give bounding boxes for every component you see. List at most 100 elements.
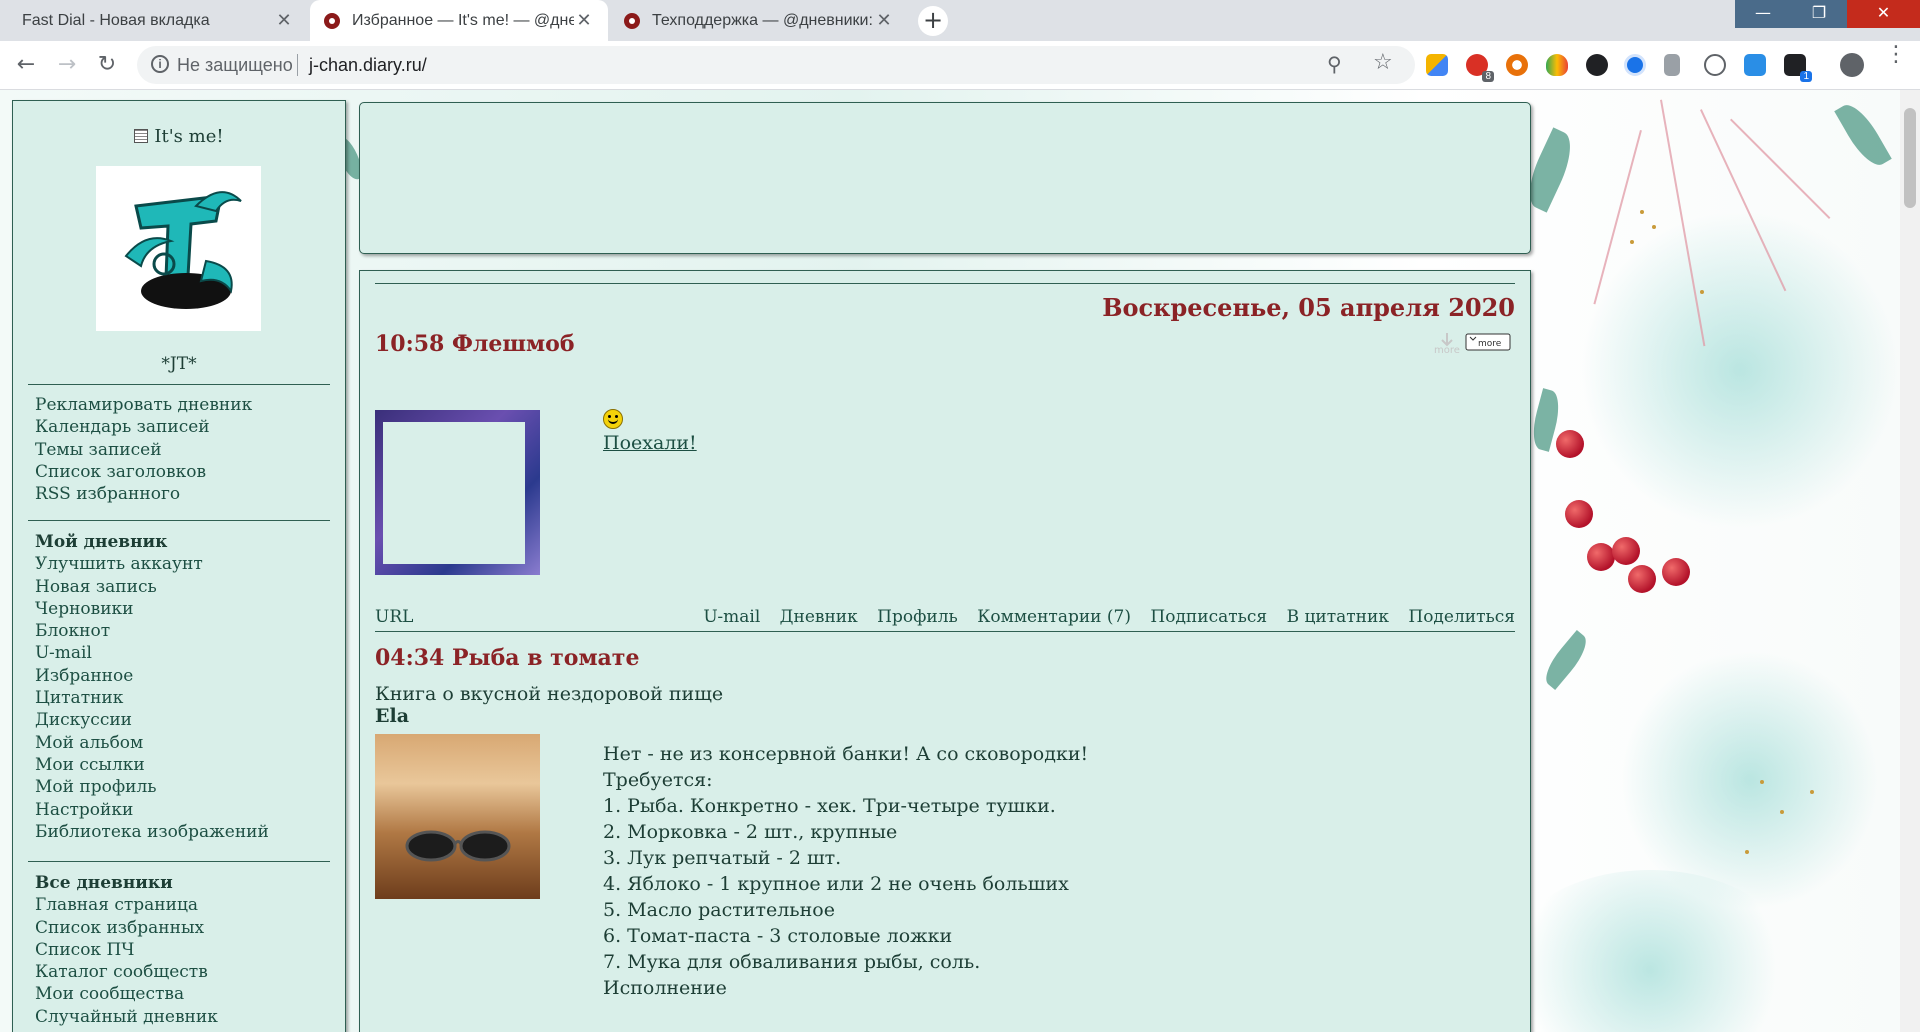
extension-download-blue-icon[interactable]	[1624, 54, 1646, 76]
sidebar-link-random-diary[interactable]: Случайный дневник	[35, 1006, 218, 1028]
sidebar-link-quotes[interactable]: Цитатник	[35, 687, 269, 709]
back-button[interactable]: ←	[10, 49, 42, 81]
tab-support[interactable]: Техподдержка — @дневники: а ✕	[610, 0, 908, 41]
sidebar-link-pch-list[interactable]: Список ПЧ	[35, 939, 218, 961]
username[interactable]: *JT*	[13, 354, 345, 374]
smiley-icon	[603, 409, 623, 429]
url-text[interactable]: j-chan.diary.ru/	[309, 55, 427, 76]
avatar[interactable]	[96, 166, 261, 331]
action-diary[interactable]: Дневник	[780, 607, 858, 627]
sidebar-link-my-communities[interactable]: Мои сообщества	[35, 983, 218, 1005]
divider	[375, 631, 1515, 632]
sidebar-header-all-diaries[interactable]: Все дневники	[35, 872, 218, 894]
tab-favorites[interactable]: Избранное — It's me! — @днев ✕	[310, 0, 608, 41]
sidebar-link-headers[interactable]: Список заголовков	[35, 461, 252, 483]
page-scrollbar[interactable]	[1900, 90, 1920, 1032]
sidebar-link-profile[interactable]: Мой профиль	[35, 776, 269, 798]
scrollbar-thumb[interactable]	[1904, 108, 1916, 208]
gold-speck	[1640, 210, 1644, 214]
gold-speck	[1652, 225, 1656, 229]
address-bar[interactable]: i Не защищено j-chan.diary.ru/ ⚲ ☆	[137, 46, 1415, 84]
extension-badge: 1	[1800, 71, 1812, 82]
post-line: Требуется:	[603, 769, 713, 791]
info-icon[interactable]: i	[151, 55, 169, 73]
extension-vk-icon[interactable]	[1744, 54, 1766, 76]
profile-avatar-icon[interactable]	[1840, 53, 1864, 77]
sidebar-link-topics[interactable]: Темы записей	[35, 439, 252, 461]
sidebar-link-favorites[interactable]: Избранное	[35, 665, 269, 687]
close-icon[interactable]: ✕	[874, 10, 894, 31]
more-button-label: more	[1478, 339, 1502, 349]
berry-decoration	[1565, 500, 1593, 528]
post-body: Нет - не из консервной банки! А со сково…	[603, 741, 1088, 1001]
post-title[interactable]: 04:34 Рыба в томате	[375, 645, 639, 671]
banner-box	[359, 102, 1531, 254]
browser-menu-icon[interactable]: ⋮	[1885, 44, 1907, 66]
sidebar-header-my-diary[interactable]: Мой дневник	[35, 531, 269, 553]
post-line: 4. Яблоко - 1 крупное или 2 не очень бол…	[603, 873, 1069, 895]
post-image[interactable]	[375, 734, 540, 899]
sidebar-link-album[interactable]: Мой альбом	[35, 732, 269, 754]
sidebar-link-links[interactable]: Мои ссылки	[35, 754, 269, 776]
sidebar-link-settings[interactable]: Настройки	[35, 799, 269, 821]
sidebar-link-favorites-list[interactable]: Список избранных	[35, 917, 218, 939]
extension-heart-icon[interactable]	[1546, 54, 1568, 76]
extension-arrow-icon[interactable]	[1664, 54, 1680, 76]
sidebar-link-communities-catalog[interactable]: Каталог сообществ	[35, 961, 218, 983]
forward-button[interactable]: →	[51, 49, 83, 81]
leaf-decoration	[1538, 629, 1594, 691]
sidebar-link-calendar[interactable]: Календарь записей	[35, 416, 252, 438]
close-icon[interactable]: ✕	[274, 10, 294, 31]
action-comments[interactable]: Комментарии (7)	[977, 607, 1131, 627]
separator	[297, 54, 298, 76]
security-status[interactable]: Не защищено	[177, 55, 293, 76]
extension-apps-icon[interactable]	[1426, 54, 1448, 76]
tab-title: Fast Dial - Новая вкладка	[22, 11, 210, 29]
sidebar-link-rss[interactable]: RSS избранного	[35, 483, 252, 505]
post-title[interactable]: 10:58 Флешмоб	[375, 331, 575, 357]
extension-color-icon[interactable]	[1506, 54, 1528, 76]
tab-fast-dial[interactable]: Fast Dial - Новая вкладка ✕	[8, 0, 308, 41]
sidebar-link-discussions[interactable]: Дискуссии	[35, 709, 269, 731]
post-book-title: Книга о вкусной нездоровой пище	[375, 683, 724, 705]
post-line: Исполнение	[603, 977, 727, 999]
sidebar-title[interactable]: It's me!	[13, 126, 345, 147]
sidebar-link-umail[interactable]: U-mail	[35, 642, 269, 664]
action-quote[interactable]: В цитатник	[1287, 607, 1389, 627]
diary-favicon-icon	[624, 12, 640, 29]
tab-strip: Fast Dial - Новая вкладка ✕ Избранное — …	[0, 0, 1920, 41]
berry-decoration	[1612, 537, 1640, 565]
sidebar-link-promote[interactable]: Рекламировать дневник	[35, 394, 252, 416]
zoom-icon[interactable]: ⚲	[1327, 52, 1342, 76]
reload-button[interactable]: ↻	[91, 49, 123, 81]
extension-adblock-icon[interactable]: 8	[1466, 54, 1494, 82]
minimize-button[interactable]: —	[1735, 0, 1791, 28]
sidebar-link-image-library[interactable]: Библиотека изображений	[35, 821, 269, 843]
sidebar-group-promo: Рекламировать дневник Календарь записей …	[35, 394, 252, 505]
gold-speck	[1810, 790, 1814, 794]
new-tab-button[interactable]: +	[918, 6, 948, 36]
action-subscribe[interactable]: Подписаться	[1150, 607, 1267, 627]
sidebar-link-new-post[interactable]: Новая запись	[35, 576, 269, 598]
window-close-button[interactable]: ✕	[1847, 0, 1920, 28]
post-line: 5. Масло растительное	[603, 899, 835, 921]
action-umail[interactable]: U-mail	[703, 607, 760, 627]
close-icon[interactable]: ✕	[574, 10, 594, 31]
post-url-link[interactable]: URL	[375, 607, 413, 627]
sidebar-link-home[interactable]: Главная страница	[35, 894, 218, 916]
extension-globe-icon[interactable]	[1704, 54, 1726, 76]
posts-panel: Воскресенье, 05 апреля 2020 10:58 Флешмо…	[359, 270, 1531, 1032]
post-link[interactable]: Поехали!	[603, 432, 697, 454]
action-profile[interactable]: Профиль	[877, 607, 958, 627]
sidebar-link-notepad[interactable]: Блокнот	[35, 620, 269, 642]
sidebar-link-upgrade[interactable]: Улучшить аккаунт	[35, 553, 269, 575]
bookmark-star-icon[interactable]: ☆	[1373, 50, 1393, 75]
action-share[interactable]: Поделиться	[1408, 607, 1515, 627]
sidebar-link-drafts[interactable]: Черновики	[35, 598, 269, 620]
gold-speck	[1745, 850, 1749, 854]
extension-download-dark-icon[interactable]	[1586, 54, 1608, 76]
post-image[interactable]	[375, 410, 540, 575]
extension-cube-icon[interactable]: 1	[1784, 54, 1812, 82]
maximize-button[interactable]: ❐	[1791, 0, 1847, 28]
more-icon[interactable]: more more	[1430, 331, 1512, 355]
